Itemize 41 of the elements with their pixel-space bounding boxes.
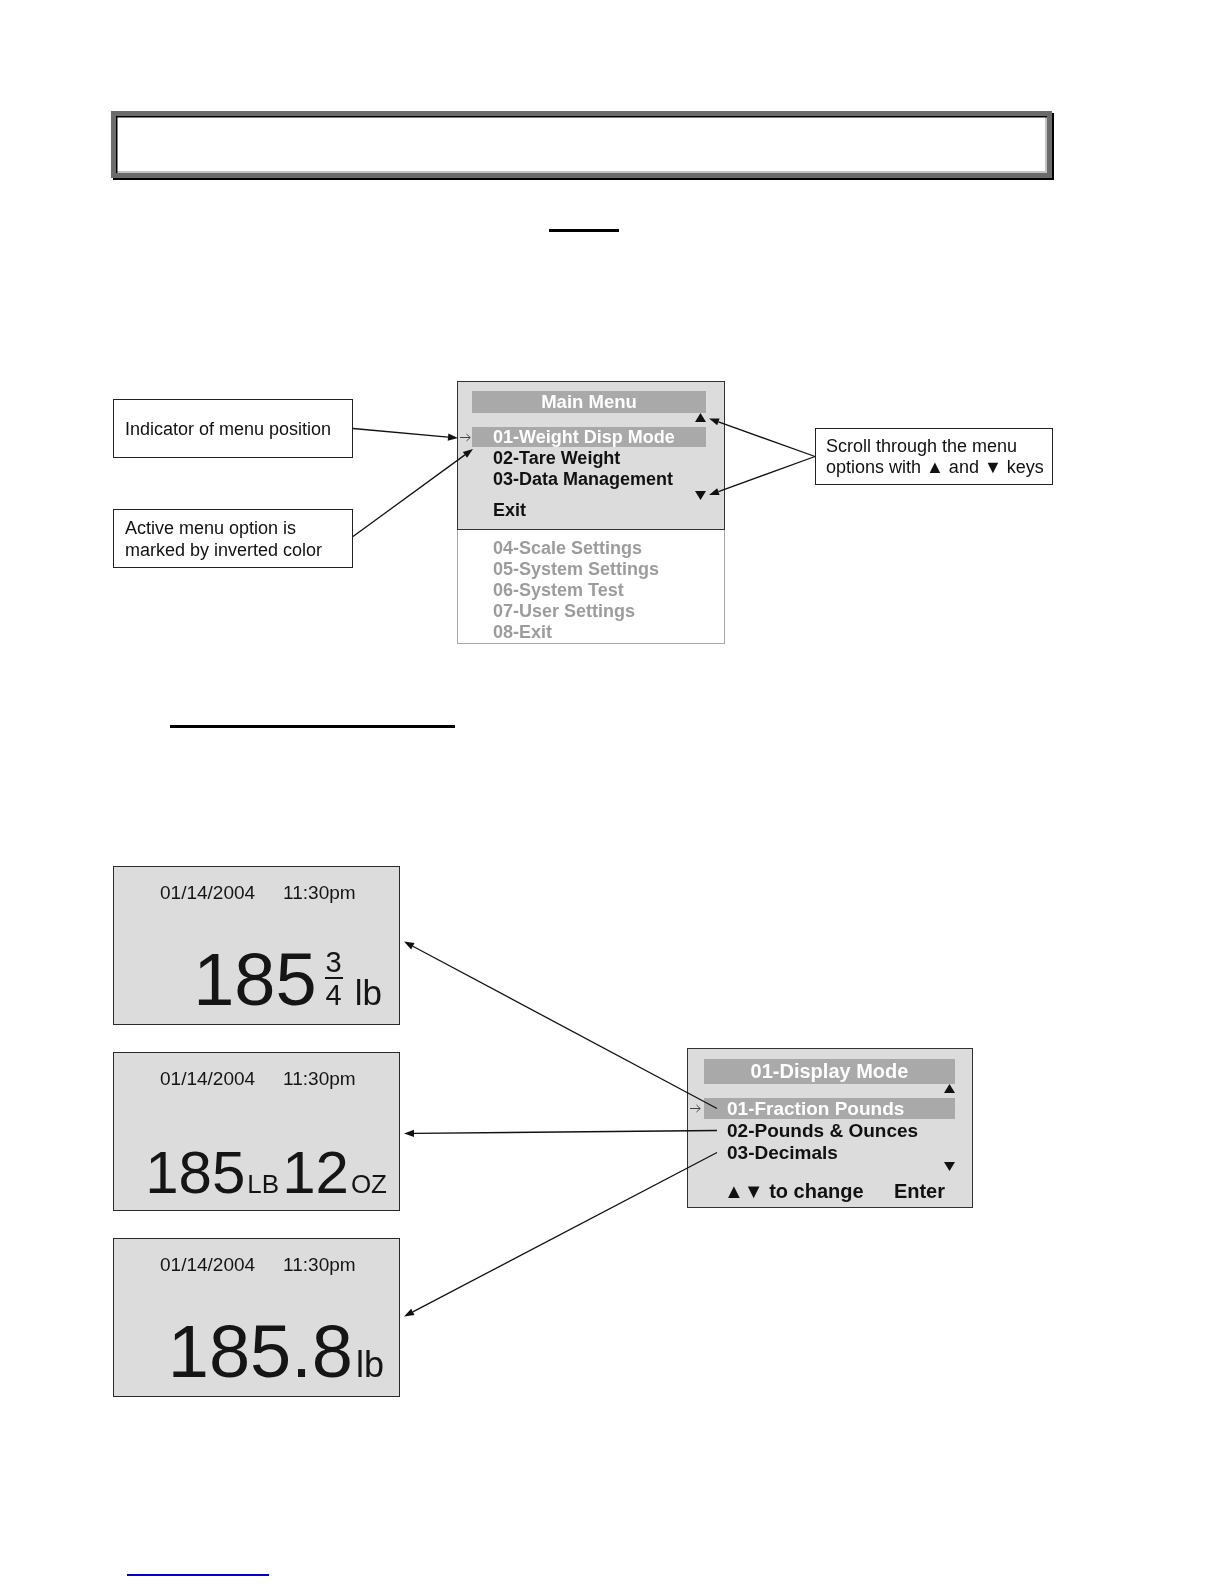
weight-value: 185.8 — [167, 1310, 353, 1393]
menu-item[interactable]: 04-Scale Settings — [493, 538, 724, 559]
time-text: 11:30pm — [283, 1068, 356, 1090]
up-triangle-icon — [695, 413, 706, 422]
menu-title: Main Menu — [472, 391, 706, 413]
unit-label: OZ — [350, 1169, 387, 1199]
menu-item[interactable]: 03-Decimals — [704, 1142, 955, 1163]
fraction-numerator: 3 — [324, 948, 343, 979]
fraction-denominator: 4 — [324, 981, 343, 1010]
callout-label: Active menu option is marked by inverted color — [113, 509, 353, 568]
menu-item[interactable]: 02-Pounds & Ounces — [704, 1120, 955, 1141]
unit-label: lb — [355, 1344, 384, 1385]
menu-item[interactable]: 08-Exit — [493, 622, 724, 643]
menu-item[interactable]: 01-Weight Disp Mode — [472, 427, 706, 447]
pointer-arrow-icon — [460, 432, 471, 442]
callout-label: Indicator of menu position — [113, 399, 353, 458]
menu-item[interactable]: 02-Tare Weight — [472, 448, 706, 468]
date-text: 01/14/2004 — [160, 1254, 256, 1276]
weight-value: 12 — [282, 1139, 349, 1206]
weight-value: 185 — [145, 1139, 246, 1206]
menu-item[interactable]: 07-User Settings — [493, 601, 724, 622]
unit-label: LB — [247, 1169, 280, 1199]
date-text: 01/14/2004 — [160, 1068, 256, 1090]
pointer-arrow-icon — [690, 1104, 701, 1113]
callout-label: Scroll through the menu options with ▲ and ▼ keys — [815, 428, 1053, 485]
menu-item[interactable]: 05-System Settings — [493, 559, 724, 580]
time-text: 11:30pm — [283, 1254, 356, 1276]
up-triangle-icon — [944, 1084, 955, 1093]
unit-label: lb — [354, 973, 382, 1012]
softkey-label: Enter — [893, 1179, 945, 1204]
menu-item[interactable]: 03-Data Management — [472, 469, 706, 489]
menu-item[interactable]: 01-Fraction Pounds — [704, 1098, 955, 1119]
softkey-label: Exit — [493, 500, 526, 520]
menu-item[interactable]: 06-System Test — [493, 580, 724, 601]
time-text: 11:30pm — [283, 882, 356, 904]
down-triangle-icon — [695, 490, 706, 500]
weight-value: 185 — [193, 938, 317, 1021]
menu-title: 01-Display Mode — [704, 1059, 955, 1084]
date-text: 01/14/2004 — [160, 882, 256, 904]
hint-text: ▲▼ to change — [724, 1179, 864, 1204]
down-triangle-icon — [944, 1162, 955, 1171]
